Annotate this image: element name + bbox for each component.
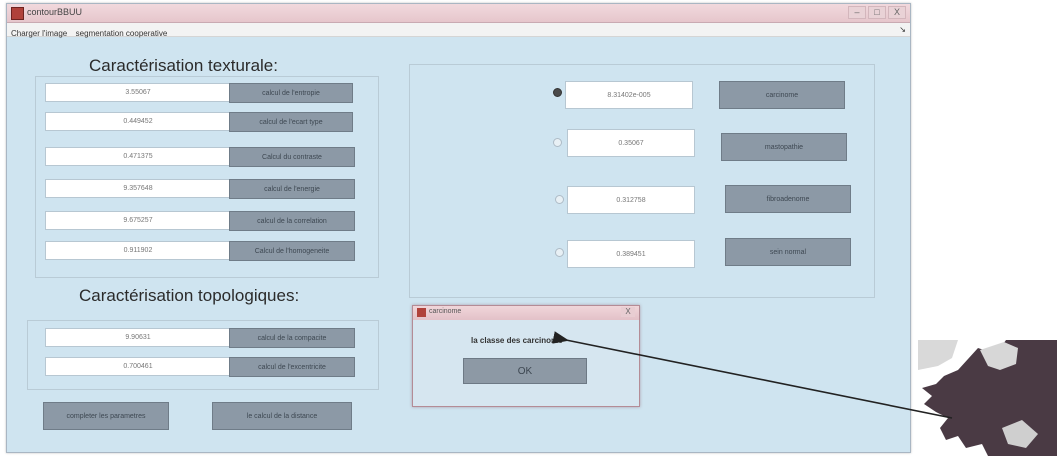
annotation-arrow [552,331,953,419]
arrow-line [552,331,953,419]
